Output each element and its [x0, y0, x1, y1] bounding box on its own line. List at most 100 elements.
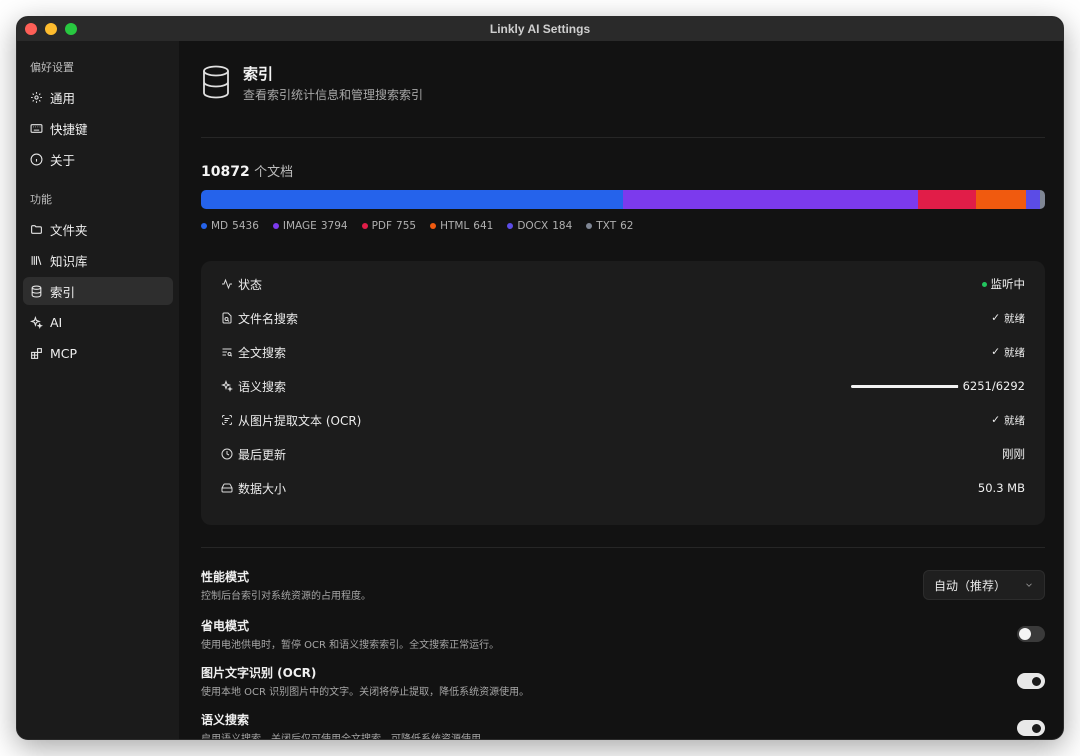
power-saving-toggle[interactable]: [1017, 626, 1045, 642]
ocr-setting-title: 图片文字识别 (OCR): [201, 666, 317, 680]
sparkles-icon: [221, 380, 233, 392]
sidebar-item-index[interactable]: 索引: [23, 277, 173, 305]
last-updated-row: 最后更新 刚刚: [221, 437, 1025, 471]
sidebar-item-label: 索引: [50, 284, 76, 300]
sidebar-item-label: 文件夹: [50, 222, 88, 238]
legend-count: 184: [552, 220, 573, 232]
semantic-search-row: 语义搜索 6251/6292: [221, 369, 1025, 403]
fulltext-search-row: 全文搜索 ✓ 就绪: [221, 335, 1025, 369]
sidebar-item-folders[interactable]: 文件夹: [23, 215, 173, 243]
sidebar: 偏好设置 通用 快捷键 关于 功能 文件夹 知识库 索引 AI MCP: [17, 41, 179, 739]
legend-label: IMAGE: [282, 220, 317, 232]
semantic-progress-fill: [850, 384, 958, 388]
legend-label: TXT: [596, 220, 617, 232]
performance-mode-value: 自动（推荐）: [934, 578, 1007, 593]
check-icon: ✓: [991, 414, 1000, 426]
minimize-window-button[interactable]: [45, 23, 57, 35]
bar-segment-docx: [1025, 190, 1041, 209]
blocks-icon: [31, 347, 42, 359]
performance-mode-setting: 性能模式 控制后台索引对系统资源的占用程度。 自动（推荐）: [201, 568, 1045, 602]
status-indicator: [981, 281, 987, 287]
semantic-search-label: 语义搜索: [238, 379, 287, 394]
close-window-button[interactable]: [25, 23, 37, 35]
chevron-down-icon: [1026, 583, 1032, 587]
semantic-search-setting: 语义搜索 启用语义搜索。关闭后仅可使用全文搜索，可降低系统资源使用。: [201, 711, 1045, 739]
power-saving-desc: 使用电池供电时，暂停 OCR 和语义搜索索引。全文搜索正常运行。: [201, 640, 500, 651]
legend-label: DOCX: [517, 220, 549, 232]
data-size-label: 数据大小: [238, 481, 287, 496]
document-type-legend: MD 5436 IMAGE 3794 PDF 755 HTML 641 DOCX 184 TXT 62: [201, 220, 633, 232]
text-search-icon: [222, 348, 233, 357]
performance-mode-title: 性能模式: [201, 570, 250, 584]
semantic-progress-bar: [850, 384, 959, 388]
legend-count: 5436: [232, 220, 259, 232]
bar-segment-txt: [1040, 190, 1045, 209]
legend-count: 62: [620, 220, 634, 232]
legend-dot: [586, 223, 593, 229]
semantic-search-toggle[interactable]: [1017, 720, 1045, 736]
page-title: 索引: [243, 65, 274, 83]
library-icon: [31, 255, 42, 265]
clock-icon: [221, 448, 233, 460]
last-updated-label: 最后更新: [238, 447, 287, 462]
power-saving-setting: 省电模式 使用电池供电时，暂停 OCR 和语义搜索索引。全文搜索正常运行。: [201, 617, 1045, 651]
legend-dot: [507, 223, 514, 229]
legend-count: 3794: [320, 220, 348, 232]
legend-count: 641: [473, 220, 494, 232]
info-icon: [30, 153, 43, 165]
sidebar-item-knowledge-base[interactable]: 知识库: [23, 246, 173, 274]
legend-label: MD: [211, 220, 229, 232]
document-total: 10872: [201, 164, 250, 180]
status-label: 状态: [238, 277, 263, 292]
sidebar-section-features: 功能: [30, 193, 52, 206]
activity-icon: [222, 278, 232, 290]
sidebar-item-mcp[interactable]: MCP: [23, 339, 173, 367]
page-header: 索引 查看索引统计信息和管理搜索索引: [201, 65, 423, 103]
folder-icon: [31, 224, 42, 234]
sidebar-item-label: MCP: [50, 345, 78, 361]
sidebar-item-shortcuts[interactable]: 快捷键: [23, 114, 173, 142]
scan-text-icon: [222, 415, 232, 425]
ocr-row: 从图片提取文本 (OCR) ✓ 就绪: [221, 403, 1025, 437]
divider: [201, 137, 1045, 138]
bar-segment-html: [976, 190, 1026, 209]
sidebar-item-label: 关于: [50, 152, 76, 168]
database-icon: [201, 65, 231, 103]
data-size-value: 50.3 MB: [977, 481, 1025, 495]
sidebar-item-ai[interactable]: AI: [23, 308, 173, 336]
last-updated-value: 刚刚: [1002, 447, 1025, 461]
hard-drive-icon: [221, 483, 233, 493]
filename-search-value: 就绪: [1004, 312, 1025, 325]
sidebar-item-label: 通用: [50, 90, 76, 106]
main-panel: 索引 查看索引统计信息和管理搜索索引 10872 个文档 MD 5436 IMAGE…: [179, 41, 1063, 739]
filename-search-row: 文件名搜索 ✓ 就绪: [221, 301, 1025, 335]
status-value: 监听中: [990, 277, 1026, 291]
fulltext-search-value: 就绪: [1004, 346, 1025, 359]
legend-dot: [201, 223, 207, 229]
legend-dot: [361, 223, 368, 229]
page-subtitle: 查看索引统计信息和管理搜索索引: [243, 88, 424, 102]
legend-label: HTML: [440, 220, 470, 232]
fulltext-search-label: 全文搜索: [238, 345, 287, 360]
window-title: Linkly AI Settings: [489, 22, 591, 36]
semantic-progress-text: 6251/6292: [962, 379, 1025, 393]
legend-dot: [272, 223, 279, 229]
divider: [201, 547, 1045, 548]
bar-segment-image: [623, 190, 918, 209]
ocr-setting: 图片文字识别 (OCR) 使用本地 OCR 识别图片中的文字。关闭将停止提取，降…: [201, 664, 1045, 698]
file-search-icon: [222, 312, 232, 324]
legend-item-docx: DOCX 184: [507, 220, 572, 232]
ocr-label: 从图片提取文本 (OCR): [238, 413, 362, 428]
filename-search-label: 文件名搜索: [238, 311, 299, 326]
legend-item-md: MD 5436: [201, 220, 259, 232]
sidebar-item-general[interactable]: 通用: [23, 83, 173, 111]
performance-mode-select[interactable]: 自动（推荐）: [923, 570, 1045, 600]
legend-count: 755: [396, 220, 417, 232]
settings-window: Linkly AI Settings 偏好设置 通用 快捷键 关于 功能 文件夹…: [16, 16, 1064, 740]
sidebar-item-about[interactable]: 关于: [23, 145, 173, 173]
sparkles-icon: [30, 315, 43, 329]
ocr-toggle[interactable]: [1017, 673, 1045, 689]
maximize-window-button[interactable]: [65, 23, 77, 35]
status-row: 状态 监听中: [221, 267, 1025, 301]
legend-item-html: HTML 641: [430, 220, 493, 232]
